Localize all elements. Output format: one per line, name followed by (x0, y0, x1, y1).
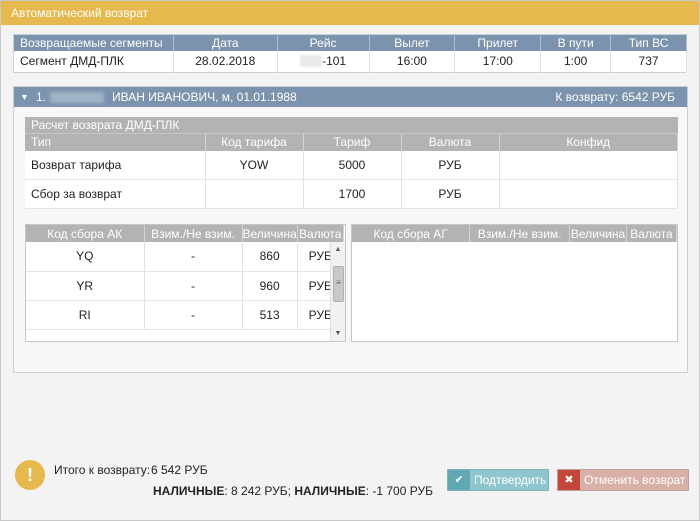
passenger-header[interactable]: ▼ 1. ИВАН ИВАНОВИЧ, м, 01.01.1988 К возв… (14, 87, 687, 107)
scroll-down-icon[interactable]: ▼ (331, 330, 345, 337)
payment-breakdown: НАЛИЧНЫЕ: 8 242 РУБ; НАЛИЧНЫЕ: -1 700 РУ… (153, 484, 433, 498)
col-ak-code: Код сбора АК (26, 225, 145, 242)
agency-fees-grid: Код сбора АГ Взим./Не взим. Величина Вал… (352, 225, 677, 242)
flight-number: -101 (322, 54, 347, 69)
col-type: Тип (25, 133, 206, 151)
col-ak-charged: Взим./Не взим. (144, 225, 243, 242)
calc-code: YOW (205, 150, 304, 180)
agency-fees-table[interactable]: Код сбора АГ Взим./Не взим. Величина Вал… (351, 224, 678, 342)
table-row[interactable]: Сегмент ДМД-ПЛК 28.02.2018 -101 16:00 17… (13, 50, 687, 73)
passenger-refund-amount: К возврату: 6542 РУБ (555, 90, 675, 104)
segment-duration: 1:00 (540, 50, 612, 73)
close-icon: ✖ (558, 470, 580, 490)
segment-departure: 16:00 (369, 50, 456, 73)
airline-fees-table[interactable]: Код сбора АК Взим./Не взим. Величина Вал… (25, 224, 346, 342)
segment-arrival: 17:00 (454, 50, 542, 73)
col-date: Дата (173, 34, 278, 51)
col-ag-charged: Взим./Не взим. (469, 225, 571, 242)
segment-date: 28.02.2018 (173, 50, 278, 73)
fees-scrollbar[interactable]: ▲ ≡ ▼ (330, 242, 345, 341)
col-departure: Вылет (369, 34, 456, 51)
calc-title: Расчет возврата ДМД-ПЛК (25, 117, 678, 133)
fee-charged: - (144, 271, 243, 301)
total-value: 6 542 РУБ (151, 463, 208, 477)
redacted-carrier (300, 55, 323, 68)
calc-conf (499, 150, 678, 180)
col-fare: Тариф (303, 133, 402, 151)
calc-currency: РУБ (401, 179, 500, 209)
col-confid: Конфид (499, 133, 678, 151)
col-ag-amount: Величина (569, 225, 628, 242)
fee-charged: - (144, 300, 243, 330)
payment-method-1: НАЛИЧНЫЕ (153, 484, 225, 498)
calc-table: Тип Код тарифа Тариф Валюта Конфид Возвр… (25, 133, 678, 209)
passenger-name: ИВАН ИВАНОВИЧ, м, 01.01.1988 (112, 90, 297, 104)
col-currency: Валюта (401, 133, 500, 151)
col-ag-code: Код сбора АГ (352, 225, 471, 242)
fee-amount: 513 (242, 300, 298, 330)
col-ak-currency: Валюта (297, 225, 344, 242)
fee-code: YQ (26, 242, 145, 272)
fee-code: YR (26, 271, 145, 301)
col-segments: Возвращаемые сегменты (13, 34, 174, 51)
col-aircraft: Тип ВС (610, 34, 687, 51)
table-row[interactable]: RI - 513 РУБ (26, 300, 344, 330)
payment-method-2: НАЛИЧНЫЕ (294, 484, 366, 498)
col-fare-code: Код тарифа (205, 133, 304, 151)
fee-amount: 860 (242, 242, 298, 272)
payment-amount-2: : -1 700 РУБ (365, 484, 433, 498)
segments-table: Возвращаемые сегменты Дата Рейс Вылет Пр… (13, 34, 687, 73)
table-row[interactable]: Возврат тарифа YOW 5000 РУБ (25, 150, 678, 180)
cancel-label: Отменить возврат (584, 473, 686, 487)
confirm-button[interactable]: ✔ Подтвердить (447, 469, 549, 491)
scroll-up-icon[interactable]: ▲ (331, 246, 345, 253)
calc-currency: РУБ (401, 150, 500, 180)
table-row[interactable]: YR - 960 РУБ (26, 271, 344, 301)
table-row[interactable]: YQ - 860 РУБ (26, 242, 344, 272)
segment-aircraft: 737 (610, 50, 687, 73)
calc-conf (499, 179, 678, 209)
fee-charged: - (144, 242, 243, 272)
col-flight: Рейс (277, 34, 370, 51)
window-title: Автоматический возврат (1, 1, 699, 25)
fee-code: RI (26, 300, 145, 330)
airline-fees-grid: Код сбора АК Взим./Не взим. Величина Вал… (26, 225, 344, 330)
col-arrival: Прилет (454, 34, 542, 51)
calc-tariff: 5000 (303, 150, 402, 180)
calc-type: Возврат тарифа (25, 150, 206, 180)
checkmark-icon: ✔ (448, 470, 470, 490)
scroll-thumb[interactable]: ≡ (333, 266, 344, 302)
calc-code (205, 179, 304, 209)
confirm-label: Подтвердить (474, 473, 547, 487)
segment-flight: -101 (277, 50, 370, 73)
collapse-triangle-icon[interactable]: ▼ (20, 87, 29, 107)
refund-calc-block: Расчет возврата ДМД-ПЛК Тип Код тарифа Т… (25, 117, 678, 209)
passenger-panel: ▼ 1. ИВАН ИВАНОВИЧ, м, 01.01.1988 К возв… (13, 86, 688, 373)
passenger-number: 1. (36, 90, 47, 104)
fee-amount: 960 (242, 271, 298, 301)
auto-refund-window: Автоматический возврат Возвращаемые сегм… (0, 0, 700, 521)
table-row[interactable]: Сбор за возврат 1700 РУБ (25, 179, 678, 209)
calc-type: Сбор за возврат (25, 179, 206, 209)
col-ag-currency: Валюта (626, 225, 677, 242)
total-label: Итого к возврату: (54, 463, 151, 477)
col-ak-amount: Величина (242, 225, 298, 242)
warning-icon: ! (15, 460, 45, 490)
payment-amount-1: : 8 242 РУБ; (224, 484, 291, 498)
segment-name: Сегмент ДМД-ПЛК (13, 50, 174, 73)
col-duration: В пути (540, 34, 612, 51)
redacted-surname (50, 92, 104, 103)
cancel-refund-button[interactable]: ✖ Отменить возврат (557, 469, 689, 491)
calc-tariff: 1700 (303, 179, 402, 209)
